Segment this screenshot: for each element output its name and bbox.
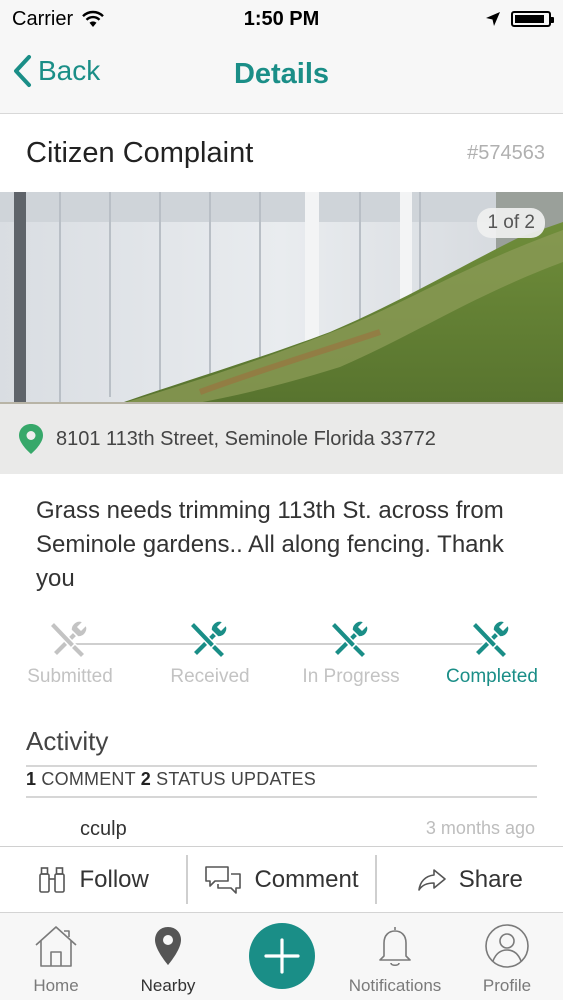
comment-count: 1	[26, 769, 37, 789]
plus-icon	[264, 938, 300, 974]
tools-icon	[329, 620, 369, 660]
comment-timestamp: 3 months ago	[425, 818, 535, 838]
comment-button[interactable]: Comment	[188, 847, 374, 912]
address-bar[interactable]: 8101 113th Street, Seminole Florida 3377…	[0, 404, 563, 474]
add-request-button[interactable]	[249, 923, 315, 989]
tab-home[interactable]: Home	[1, 913, 111, 1001]
step-label: Submitted	[27, 666, 113, 687]
status-bar: Carrier 1:50 PM	[0, 0, 563, 38]
photo-counter: 1 of 2	[477, 208, 545, 238]
step-received: Received	[140, 618, 280, 688]
share-label: Share	[458, 865, 523, 893]
tab-label: Profile	[482, 976, 532, 995]
tools-icon	[470, 620, 510, 660]
tab-label: Home	[33, 976, 79, 995]
share-arrow-icon	[417, 868, 446, 891]
comment-label: Comment	[254, 865, 359, 893]
request-photo[interactable]: 1 of 2 8101 113th Street, Seminole Flori…	[0, 192, 563, 474]
step-in-progress: In Progress	[281, 618, 421, 688]
status-left: Carrier	[12, 8, 105, 31]
tab-nearby[interactable]: Nearby	[113, 913, 223, 1001]
status-progress: Submitted Received In Progress Completed	[0, 618, 563, 698]
share-button[interactable]: Share	[377, 847, 563, 912]
tab-bar: Home Nearby Notifications Profile	[0, 912, 563, 1000]
activity-title: Activity	[26, 726, 109, 756]
home-icon	[35, 926, 77, 967]
request-description: Grass needs trimming 113th St. across fr…	[36, 497, 504, 592]
status-right	[485, 11, 554, 27]
user-icon	[485, 924, 529, 968]
comment-count-label: COMMENT	[41, 769, 136, 789]
step-label: Completed	[446, 666, 538, 687]
tab-notifications[interactable]: Notifications	[340, 913, 450, 1001]
speech-bubbles-icon	[205, 865, 242, 894]
step-submitted: Submitted	[0, 618, 140, 688]
location-arrow-icon	[486, 12, 500, 26]
step-completed: Completed	[422, 618, 562, 688]
wifi-icon	[82, 10, 104, 27]
binoculars-icon	[39, 866, 66, 893]
tools-icon	[188, 620, 228, 660]
step-label: In Progress	[302, 666, 400, 687]
status-count-label: STATUS UPDATES	[156, 769, 316, 789]
request-header: Citizen Complaint #574563	[0, 114, 563, 192]
map-pin-icon	[19, 424, 43, 454]
follow-button[interactable]: Follow	[0, 847, 186, 912]
carrier-label: Carrier	[12, 7, 74, 30]
status-count: 2	[140, 769, 151, 789]
divider	[26, 796, 537, 798]
tab-profile[interactable]: Profile	[452, 913, 562, 1001]
page-title: Details	[233, 58, 330, 90]
step-label: Received	[170, 666, 250, 687]
follow-label: Follow	[79, 865, 149, 893]
request-id: #574563	[467, 141, 545, 164]
tab-label: Nearby	[140, 976, 196, 995]
battery-level	[515, 15, 544, 23]
request-title: Citizen Complaint	[26, 136, 254, 169]
comment-author[interactable]: cculp	[80, 818, 127, 841]
address-text: 8101 113th Street, Seminole Florida 3377…	[56, 427, 436, 450]
action-bar: Follow Comment Share	[0, 846, 563, 912]
map-pin-icon	[155, 927, 181, 965]
divider	[26, 765, 537, 767]
battery-icon	[511, 11, 554, 27]
bell-icon	[379, 927, 411, 967]
tools-icon	[48, 620, 88, 660]
tab-label: Notifications	[348, 976, 442, 995]
nav-bar: Back Details	[0, 38, 563, 114]
activity-counts: 1 COMMENT 2 STATUS UPDATES	[26, 769, 316, 790]
